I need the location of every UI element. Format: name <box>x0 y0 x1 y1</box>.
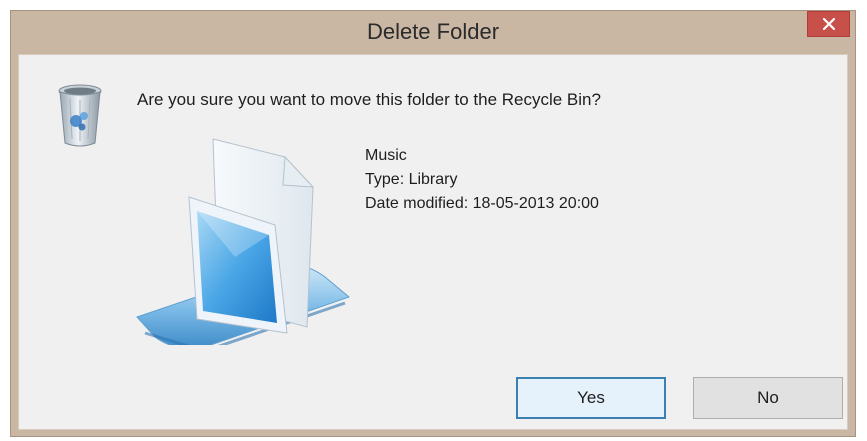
close-button[interactable] <box>807 11 850 37</box>
item-name: Music <box>365 147 407 164</box>
yes-button[interactable]: Yes <box>516 377 666 419</box>
library-icon <box>136 138 350 345</box>
title-bar[interactable]: Delete Folder <box>11 11 855 54</box>
recycle-bin-icon <box>58 84 102 147</box>
delete-folder-dialog: Delete Folder Are you sure you want to m… <box>10 10 856 437</box>
item-date-modified: Date modified: 18-05-2013 20:00 <box>365 195 599 212</box>
close-icon <box>822 17 835 31</box>
item-details: Music Type: Library Date modified: 18-05… <box>365 144 599 216</box>
item-type: Type: Library <box>365 171 458 188</box>
dialog-title: Delete Folder <box>366 19 500 44</box>
no-button[interactable]: No <box>693 377 843 419</box>
confirmation-message: Are you sure you want to move this folde… <box>137 90 601 109</box>
dialog-body: Are you sure you want to move this folde… <box>18 54 848 430</box>
